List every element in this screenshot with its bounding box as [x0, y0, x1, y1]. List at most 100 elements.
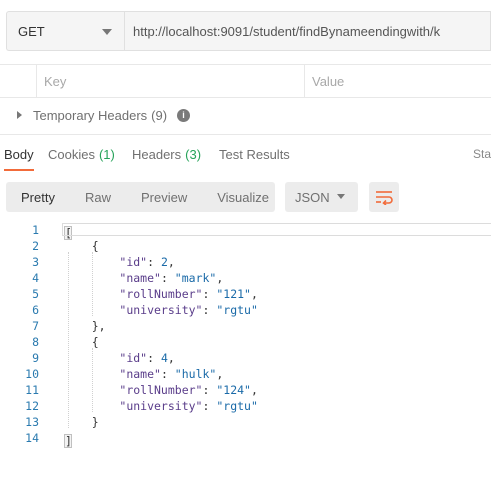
format-toggle-group: Pretty Raw Preview Visualize: [6, 182, 275, 212]
code-line: 5 "rollNumber": "121",: [0, 286, 491, 302]
line-number: 14: [25, 431, 39, 445]
chevron-down-icon: [102, 29, 112, 35]
code-line: 8 {: [0, 334, 491, 350]
current-line-highlight: [62, 223, 491, 236]
wrap-lines-button[interactable]: [369, 182, 399, 212]
tab-cookies-count: (1): [98, 146, 115, 162]
code-text: {: [64, 335, 99, 349]
json-punctuation: ,: [167, 351, 175, 365]
code-text: "name": "hulk",: [64, 366, 223, 382]
line-number: 4: [32, 271, 39, 285]
code-line: 4 "name": "mark",: [0, 270, 491, 286]
tab-cookies-label: Cookies: [48, 146, 95, 162]
indent-guide: [68, 252, 69, 428]
code-text: "rollNumber": "121",: [64, 286, 258, 302]
method-select[interactable]: GET: [6, 11, 124, 51]
json-value: "rgtu": [216, 303, 258, 317]
line-number: 2: [32, 239, 39, 253]
preview-button[interactable]: Preview: [126, 182, 202, 212]
status-label-truncated: Sta: [472, 147, 491, 161]
wrap-lines-icon: [376, 191, 393, 205]
json-key: "name": [119, 271, 161, 285]
json-value: "mark": [174, 271, 217, 285]
json-separator: :: [160, 271, 175, 285]
line-number: 1: [32, 223, 39, 237]
language-select[interactable]: JSON: [285, 182, 358, 212]
tab-headers-label: Headers: [132, 146, 182, 162]
code-line: 14]: [0, 430, 491, 448]
line-number: 3: [32, 255, 39, 269]
json-punctuation: ,: [216, 271, 224, 285]
params-table-header: Key Value: [0, 64, 491, 98]
json-key: "id": [119, 255, 148, 269]
tab-body[interactable]: Body: [4, 140, 34, 171]
code-line: 12 "university": "rgtu": [0, 398, 491, 414]
json-punctuation: ,: [216, 367, 224, 381]
tab-headers-count: (3): [185, 146, 202, 162]
line-number: 10: [25, 367, 39, 381]
info-icon[interactable]: i: [177, 108, 191, 122]
line-number: 11: [25, 383, 39, 397]
json-key: "rollNumber": [119, 383, 203, 397]
json-separator: :: [202, 399, 217, 413]
temporary-headers-count: (9): [151, 107, 168, 123]
code-text: {: [64, 239, 99, 253]
code-text: },: [64, 319, 106, 333]
visualize-button[interactable]: Visualize: [202, 182, 284, 212]
json-key: "id": [119, 351, 148, 365]
matched-bracket: ]: [64, 434, 72, 448]
json-punctuation: ,: [250, 383, 258, 397]
tab-headers[interactable]: Headers (3): [132, 140, 201, 168]
tab-test-results[interactable]: Test Results: [219, 140, 290, 168]
line-number: 8: [32, 335, 39, 349]
line-number: 6: [32, 303, 39, 317]
tab-test-results-label: Test Results: [219, 146, 290, 162]
url-input[interactable]: http://localhost:9091/student/findByname…: [124, 11, 491, 51]
line-number: 5: [32, 287, 39, 301]
indent-guide: [92, 348, 93, 412]
json-key: "name": [119, 367, 161, 381]
temporary-headers-toggle[interactable]: Temporary Headers (9) i: [17, 106, 191, 124]
json-key: "university": [119, 399, 203, 413]
code-text: }: [64, 415, 99, 429]
code-line: 2 {: [0, 238, 491, 254]
chevron-down-icon: [337, 194, 345, 199]
code-text: "rollNumber": "124",: [64, 382, 258, 398]
code-line: 3 "id": 2,: [0, 254, 491, 270]
json-punctuation: ,: [167, 255, 175, 269]
tab-body-label: Body: [4, 146, 34, 162]
code-line: 7 },: [0, 318, 491, 334]
code-line: 10 "name": "hulk",: [0, 366, 491, 382]
code-text: ]: [64, 430, 72, 448]
json-separator: :: [147, 255, 161, 269]
raw-button[interactable]: Raw: [70, 182, 126, 212]
code-text: "name": "mark",: [64, 270, 223, 286]
language-select-value: JSON: [295, 189, 330, 205]
tab-cookies[interactable]: Cookies (1): [48, 140, 115, 168]
response-tabs: Body Cookies (1) Headers (3) Test Result…: [0, 140, 491, 171]
indent-guide: [92, 252, 93, 316]
method-label: GET: [18, 23, 45, 39]
temporary-headers-label: Temporary Headers: [33, 107, 148, 123]
code-text: "university": "rgtu": [64, 302, 258, 318]
line-number: 7: [32, 319, 39, 333]
caret-right-icon: [17, 111, 22, 119]
request-bar: GET http://localhost:9091/student/findBy…: [6, 11, 491, 51]
code-text: "university": "rgtu": [64, 398, 258, 414]
json-separator: :: [160, 367, 175, 381]
pretty-button[interactable]: Pretty: [6, 182, 70, 212]
key-column-header: Key: [37, 65, 305, 97]
json-separator: :: [147, 351, 161, 365]
json-key: "rollNumber": [119, 287, 203, 301]
code-line: 6 "university": "rgtu": [0, 302, 491, 318]
json-separator: :: [202, 287, 217, 301]
json-value: 4: [160, 351, 168, 365]
json-key: "university": [119, 303, 203, 317]
json-value: "hulk": [174, 367, 217, 381]
code-text: "id": 2,: [64, 254, 175, 270]
value-column-header: Value: [312, 73, 345, 89]
json-punctuation: ,: [250, 287, 258, 301]
line-number: 9: [32, 351, 39, 365]
line-number: 13: [25, 415, 39, 429]
line-number: 12: [25, 399, 39, 413]
